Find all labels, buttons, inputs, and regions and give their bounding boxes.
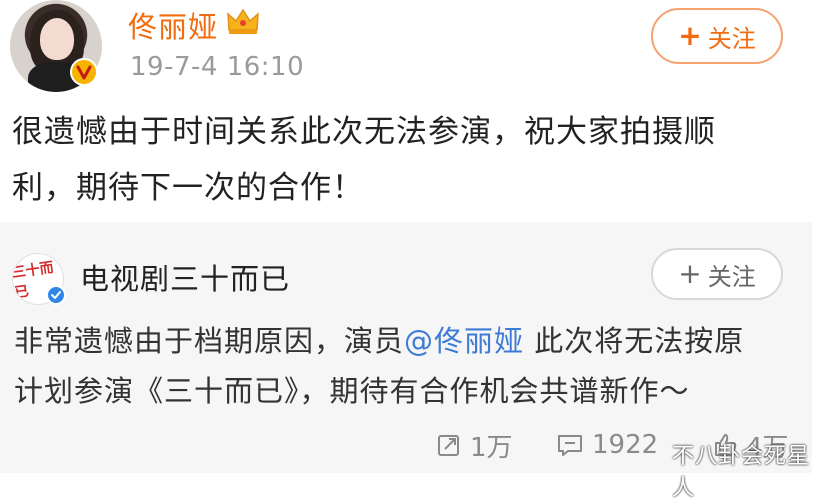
plus-icon: + [678,19,702,52]
verified-badge-icon [70,58,98,86]
repost-text-segment: 此次将无法按原 [524,324,745,358]
comment-count: 1922 [592,430,659,460]
verified-badge-icon [46,285,66,305]
comment-stat[interactable]: 1922 [556,428,658,462]
post-text-line: 利，期待下一次的合作！ [12,170,364,206]
repost-text-segment: 非常遗憾由于档期原因，演员 [14,324,405,358]
repost-count: 1万 [470,432,513,463]
plus-icon: + [678,257,702,290]
repost-follow-button[interactable]: + 关注 [651,248,783,300]
repost-text: 非常遗憾由于档期原因，演员@佟丽娅 此次将无法按原 计划参演《三十而已》，期待有… [14,316,784,416]
mention-link[interactable]: @佟丽娅 [404,324,524,358]
crown-icon [226,6,260,40]
watermark: 不八卦会死星人 [672,444,811,501]
post-text-line: 很遗憾由于时间关系此次无法参演，祝大家拍摄顺 [12,114,716,150]
post-text: 很遗憾由于时间关系此次无法参演，祝大家拍摄顺 利，期待下一次的合作！ [12,104,782,216]
repost-stat[interactable]: 1万 [436,428,513,463]
follow-label: 关注 [707,262,756,291]
share-icon [438,435,459,456]
repost-text-line: 计划参演《三十而已》，期待有合作机会共谱新作～ [14,374,690,408]
username[interactable]: 佟丽娅 [128,4,218,46]
repost-account-name[interactable]: 电视剧三十而已 [80,256,290,298]
comment-icon [558,435,582,456]
post-timestamp: 19-7-4 16:10 [130,52,305,82]
repost-text-line: 非常遗憾由于档期原因，演员@佟丽娅 此次将无法按原 [14,316,784,366]
avatar-face [40,18,74,60]
follow-button[interactable]: + 关注 [651,8,783,64]
follow-label: 关注 [707,24,756,53]
